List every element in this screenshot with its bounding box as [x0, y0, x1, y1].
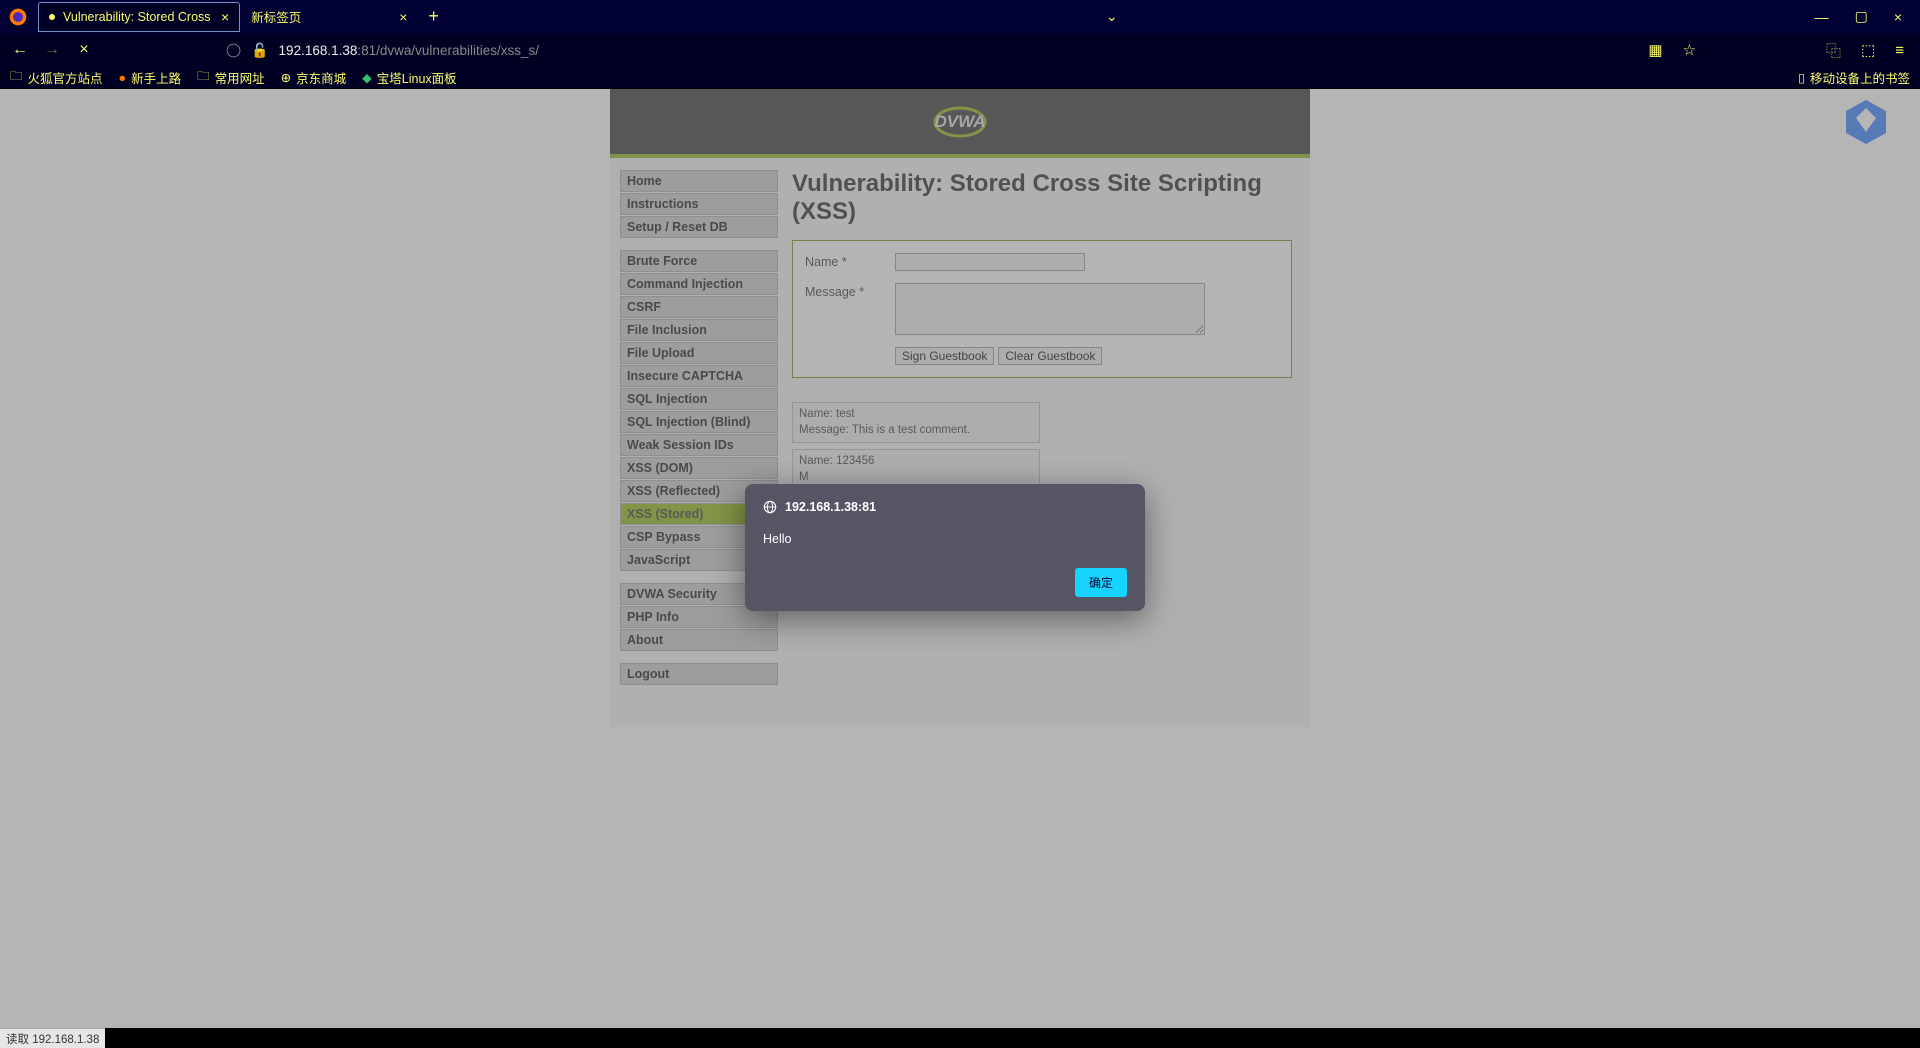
window-controls: — ▢ ×	[1815, 8, 1916, 25]
globe-icon: ⊕	[281, 70, 291, 85]
dvwa-logo-icon: DVWA	[915, 101, 1005, 143]
status-bar: 读取 192.168.1.38	[0, 1028, 105, 1048]
sidebar-item-home[interactable]: Home	[620, 170, 778, 192]
tabs-overflow-icon[interactable]: ⌄	[1106, 8, 1118, 25]
entry-name: Name: test	[799, 407, 1033, 423]
crop-icon[interactable]: ⿻	[1826, 40, 1841, 61]
bookmark-item[interactable]: ◆宝塔Linux面板	[362, 68, 457, 87]
close-window-icon[interactable]: ×	[1894, 9, 1902, 25]
name-label: Name *	[805, 253, 895, 269]
close-tab-icon[interactable]: ×	[221, 9, 229, 25]
maximize-icon[interactable]: ▢	[1855, 8, 1868, 25]
entry-message: M	[799, 470, 1033, 486]
sidebar-item-bruteforce[interactable]: Brute Force	[620, 250, 778, 272]
back-icon[interactable]: ←	[10, 41, 30, 59]
mobile-icon: ▯	[1798, 70, 1805, 85]
sidebar-item-weaksession[interactable]: Weak Session IDs	[620, 434, 778, 456]
browser-navbar: ← → × ◯ 🔓 192.168.1.38:81/dvwa/vulnerabi…	[0, 33, 1920, 67]
entry-message: Message: This is a test comment.	[799, 423, 1033, 439]
sign-guestbook-button[interactable]: Sign Guestbook	[895, 347, 994, 365]
tab-active[interactable]: Vulnerability: Stored Cross Sit ×	[38, 2, 240, 32]
bookmark-mobile[interactable]: ▯移动设备上的书签	[1798, 68, 1910, 87]
tab-newpage[interactable]: 新标签页 ×	[240, 2, 418, 32]
sidebar-item-about[interactable]: About	[620, 629, 778, 651]
sidebar-item-fileupload[interactable]: File Upload	[620, 342, 778, 364]
message-label: Message *	[805, 283, 895, 299]
js-alert-dialog: 192.168.1.38:81 Hello 确定	[745, 484, 1145, 611]
bookmarks-bar: 🗀火狐官方站点 ●新手上路 🗀常用网址 ⊕京东商城 ◆宝塔Linux面板 ▯移动…	[0, 67, 1920, 89]
browser-titlebar: Vulnerability: Stored Cross Sit × 新标签页 ×…	[0, 0, 1920, 33]
folder-icon: 🗀	[197, 67, 210, 88]
tab-title: Vulnerability: Stored Cross Sit	[63, 10, 213, 24]
sidebar-item-xss-dom[interactable]: XSS (DOM)	[620, 457, 778, 479]
bookmark-star-icon[interactable]: ☆	[1683, 41, 1696, 59]
navbar-right: ▦ ☆ ⿻ ⬚ ≡	[1648, 40, 1910, 61]
sidebar-item-cmdinj[interactable]: Command Injection	[620, 273, 778, 295]
guestbook-form: Name * Message * Sign Guestbook Clear Gu…	[792, 240, 1292, 378]
dvwa-header: DVWA	[610, 89, 1310, 154]
dvwa-container: DVWA Home Instructions Setup / Reset DB …	[610, 89, 1310, 727]
loading-dot-icon	[49, 14, 55, 20]
alert-origin: 192.168.1.38:81	[763, 500, 1127, 514]
sidebar-item-captcha[interactable]: Insecure CAPTCHA	[620, 365, 778, 387]
bt-icon: ◆	[362, 70, 372, 85]
bookmark-item[interactable]: ⊕京东商城	[281, 68, 347, 87]
url-text: 192.168.1.38:81/dvwa/vulnerabilities/xss…	[279, 43, 539, 58]
firefox-icon	[4, 3, 32, 31]
forward-icon: →	[42, 41, 62, 59]
menu-icon[interactable]: ≡	[1895, 42, 1904, 59]
folder-icon: 🗀	[10, 67, 23, 88]
sidebar-item-logout[interactable]: Logout	[620, 663, 778, 685]
new-tab-button[interactable]: +	[418, 6, 449, 27]
alert-ok-button[interactable]: 确定	[1075, 568, 1127, 597]
main-content: Vulnerability: Stored Cross Site Scripti…	[786, 164, 1310, 697]
sidebar-item-csrf[interactable]: CSRF	[620, 296, 778, 318]
stop-icon[interactable]: ×	[74, 41, 94, 59]
bookmark-item[interactable]: ●新手上路	[119, 68, 182, 87]
clear-guestbook-button[interactable]: Clear Guestbook	[998, 347, 1102, 365]
sidebar-item-sqli-blind[interactable]: SQL Injection (Blind)	[620, 411, 778, 433]
url-box[interactable]: ◯ 🔓 192.168.1.38:81/dvwa/vulnerabilities…	[226, 42, 539, 59]
assistant-bird-icon[interactable]	[1842, 98, 1890, 151]
alert-message: Hello	[763, 532, 1127, 546]
sidebar-item-instructions[interactable]: Instructions	[620, 193, 778, 215]
name-input[interactable]	[895, 253, 1085, 271]
sidebar-item-setup[interactable]: Setup / Reset DB	[620, 216, 778, 238]
entry-name: Name: 123456	[799, 454, 1033, 470]
extensions-icon[interactable]: ⬚	[1861, 41, 1875, 59]
guestbook-entry: Name: test Message: This is a test comme…	[792, 402, 1040, 443]
shield-icon[interactable]: ◯	[226, 42, 241, 58]
bookmark-item[interactable]: 🗀火狐官方站点	[10, 67, 103, 88]
svg-text:DVWA: DVWA	[935, 112, 986, 131]
minimize-icon[interactable]: —	[1815, 9, 1829, 25]
insecure-lock-icon[interactable]: 🔓	[251, 42, 268, 59]
dvwa-body: Home Instructions Setup / Reset DB Brute…	[610, 158, 1310, 727]
alert-origin-text: 192.168.1.38:81	[785, 500, 876, 514]
tab-title: 新标签页	[251, 7, 301, 26]
message-textarea[interactable]	[895, 283, 1205, 335]
sidebar-group: Logout	[620, 663, 778, 685]
sidebar-item-fileinc[interactable]: File Inclusion	[620, 319, 778, 341]
sidebar: Home Instructions Setup / Reset DB Brute…	[610, 164, 786, 697]
qr-icon[interactable]: ▦	[1648, 41, 1662, 59]
bookmark-item[interactable]: 🗀常用网址	[197, 67, 265, 88]
page-title: Vulnerability: Stored Cross Site Scripti…	[792, 170, 1292, 226]
sidebar-group: Home Instructions Setup / Reset DB	[620, 170, 778, 238]
guestbook-entries: Name: test Message: This is a test comme…	[792, 402, 1292, 490]
tabs-row: Vulnerability: Stored Cross Sit × 新标签页 ×…	[38, 0, 449, 33]
status-text: 读取 192.168.1.38	[6, 1034, 99, 1046]
close-tab-icon[interactable]: ×	[399, 9, 407, 25]
sidebar-item-sqli[interactable]: SQL Injection	[620, 388, 778, 410]
firefox-small-icon: ●	[119, 71, 127, 85]
globe-icon	[763, 500, 777, 514]
